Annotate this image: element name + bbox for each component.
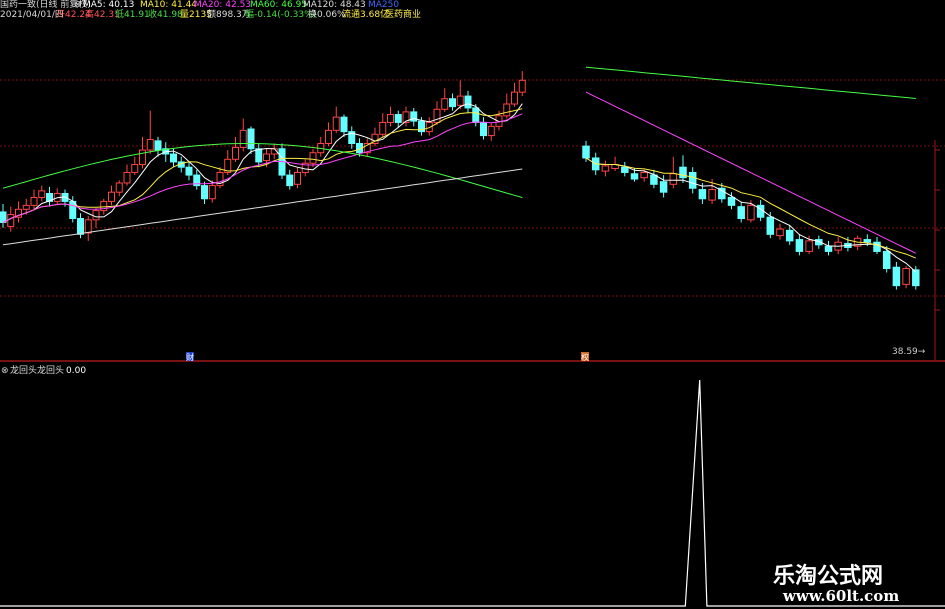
candle-body	[456, 95, 464, 106]
last-price-label: 38.59→	[892, 347, 926, 357]
ma20-line	[585, 91, 917, 254]
candle-body	[309, 152, 317, 164]
candle-body	[630, 173, 639, 180]
candle-body	[379, 121, 387, 135]
ma5-line	[2, 103, 523, 223]
candle-body	[123, 171, 131, 184]
candle-body	[472, 107, 480, 123]
candle-body	[727, 196, 736, 206]
candle-body	[394, 114, 402, 123]
candle-body	[805, 240, 813, 252]
candle-body	[115, 182, 123, 193]
candle-body	[892, 266, 901, 287]
candle-body	[286, 174, 294, 187]
candle-body	[795, 239, 804, 252]
candle-body	[208, 185, 216, 200]
candle-body	[511, 91, 518, 105]
candle-body	[325, 129, 332, 144]
candle-body	[863, 239, 872, 243]
ma60-line	[585, 66, 916, 99]
candle-body	[84, 219, 92, 234]
candle-body	[38, 190, 46, 198]
candle-body	[873, 241, 881, 252]
candle-body	[902, 268, 910, 285]
candle-body	[487, 125, 495, 137]
candle-body	[503, 103, 511, 117]
candle-body	[340, 116, 348, 133]
candle-body	[785, 229, 794, 242]
candle-body	[747, 204, 755, 221]
stock-chart-window: 国药一致(日线 前复权) ⊗ MA5: 40.13 MA10: 41.44 MA20: …	[0, 0, 945, 609]
candle-body	[582, 145, 590, 159]
candle-body	[22, 204, 30, 210]
candle-body	[263, 153, 270, 162]
event-marker-label: 权	[581, 352, 589, 362]
candle-body	[776, 228, 784, 237]
candle-body	[185, 166, 193, 176]
candle-body	[669, 173, 678, 185]
candle-body	[640, 171, 648, 179]
candle-body	[621, 166, 629, 173]
candle-body	[255, 148, 263, 163]
candle-body	[170, 153, 177, 163]
ma10-line	[2, 108, 523, 223]
candle-body	[108, 191, 115, 202]
candle-body	[441, 98, 449, 110]
candle-body	[480, 121, 487, 137]
candle-body	[659, 181, 668, 193]
candle-body	[131, 164, 139, 173]
candle-body	[882, 250, 891, 270]
watermark-url: www.60lt.com	[783, 587, 900, 605]
candle-body	[650, 174, 658, 185]
candle-body	[464, 95, 472, 109]
candle-body	[232, 146, 239, 160]
ma60-line	[2, 143, 523, 198]
candle-body	[708, 189, 716, 201]
indicator-value: 0.00	[66, 366, 87, 376]
candle-body	[139, 149, 146, 166]
ma20-line	[2, 113, 523, 223]
candle-body	[688, 171, 697, 189]
candle-body	[698, 189, 707, 200]
indicator-gear-icon[interactable]: ⊗	[1, 366, 9, 377]
indicator-title[interactable]: 龙回头	[10, 366, 37, 377]
candlestick-chart[interactable]: 财权	[0, 0, 945, 362]
candle-body	[387, 114, 394, 123]
candle-body	[912, 269, 920, 287]
candle-body	[30, 196, 38, 206]
watermark-title: 乐淘公式网	[773, 564, 884, 589]
candle-body	[737, 206, 745, 220]
candle-body	[146, 139, 154, 151]
candle-body	[239, 129, 247, 148]
candle-body	[332, 116, 340, 131]
candle-body	[154, 140, 162, 151]
indicator-label: 龙回头	[37, 366, 65, 376]
candle-body	[7, 214, 15, 227]
candle-body	[766, 216, 775, 235]
candle-body	[77, 218, 84, 235]
candle-body	[201, 185, 208, 200]
candle-body	[449, 98, 456, 108]
event-marker-label: 财	[186, 352, 194, 362]
candle-body	[294, 171, 301, 185]
candle-body	[601, 165, 610, 172]
candle-body	[92, 210, 100, 221]
candle-body	[824, 245, 833, 252]
candle-body	[247, 128, 255, 150]
candle-body	[518, 79, 526, 93]
